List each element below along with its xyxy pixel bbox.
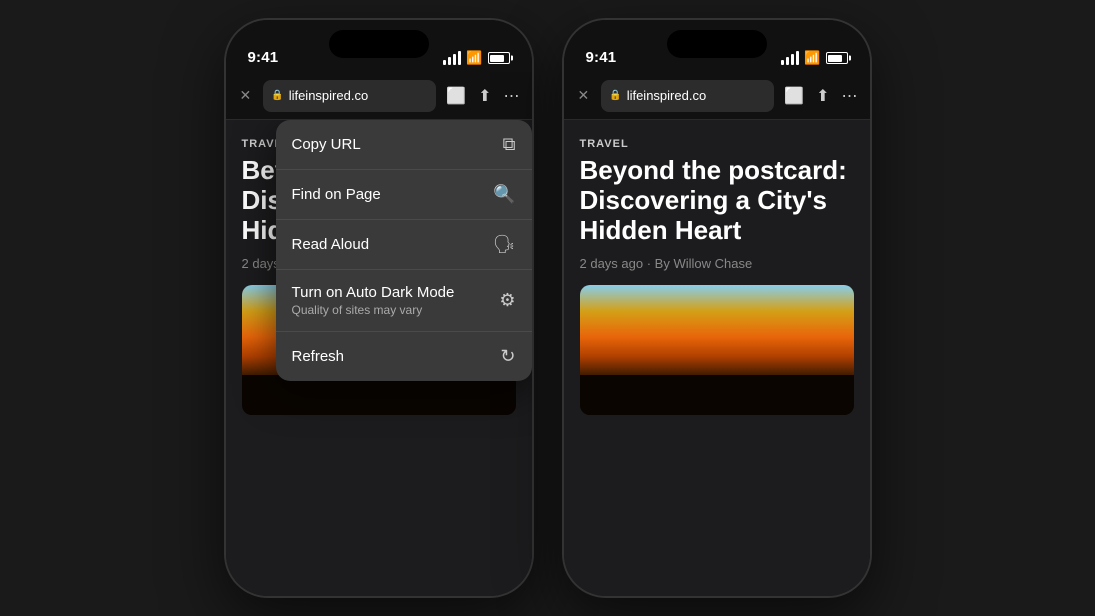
status-time-right: 9:41 (586, 49, 617, 66)
lock-icon-left: 🔒 (271, 90, 283, 101)
browser-actions-left: ⬜ ⬆ ⋯ (444, 84, 521, 108)
signal-icon-right (781, 51, 799, 65)
gear-icon: ⚙ (499, 290, 515, 311)
read-aloud-icon: 🗣 (493, 234, 516, 255)
address-bar-left[interactable]: 🔒 lifeinspired.co (263, 80, 436, 112)
menu-item-refresh[interactable]: Refresh ↻ (276, 332, 532, 381)
status-icons-left: 📶 (443, 50, 509, 66)
menu-item-find-on-page[interactable]: Find on Page 🔍 (276, 170, 532, 220)
wifi-icon-left: 📶 (466, 50, 482, 66)
menu-item-copy-url[interactable]: Copy URL ⧉ (276, 120, 532, 170)
lock-icon-right: 🔒 (609, 90, 621, 101)
left-phone: 9:41 📶 ✕ 🔒 lifeinspired.co ⬜ ⬆ ⋯ TRAVEL … (224, 18, 534, 598)
menu-item-read-label: Read Aloud (292, 236, 370, 253)
close-button-right[interactable]: ✕ (574, 83, 594, 108)
address-bar-right[interactable]: 🔒 lifeinspired.co (601, 80, 774, 112)
bookmark-button-left[interactable]: ⬜ (444, 84, 468, 108)
menu-item-dark-subtitle: Quality of sites may vary (292, 303, 455, 317)
menu-item-read-aloud[interactable]: Read Aloud 🗣 (276, 220, 532, 270)
menu-item-find-label: Find on Page (292, 186, 381, 203)
copy-icon: ⧉ (503, 134, 516, 155)
battery-icon-left (488, 52, 510, 64)
bookmark-button-right[interactable]: ⬜ (782, 84, 806, 108)
dynamic-island-left (329, 30, 429, 58)
dropdown-menu: Copy URL ⧉ Find on Page 🔍 Read Aloud 🗣 T… (276, 120, 532, 381)
sunset-image-right (580, 285, 854, 415)
url-text-right: lifeinspired.co (627, 88, 707, 103)
close-button-left[interactable]: ✕ (236, 83, 256, 108)
status-icons-right: 📶 (781, 50, 847, 66)
battery-icon-right (826, 52, 848, 64)
menu-item-auto-dark[interactable]: Turn on Auto Dark Mode Quality of sites … (276, 270, 532, 332)
more-button-right[interactable]: ⋯ (840, 84, 860, 108)
dynamic-island-right (667, 30, 767, 58)
browser-bar-left: ✕ 🔒 lifeinspired.co ⬜ ⬆ ⋯ (226, 72, 532, 120)
search-icon: 🔍 (493, 184, 515, 205)
status-time-left: 9:41 (248, 49, 279, 66)
page-content-right: TRAVEL Beyond the postcard: Discovering … (564, 120, 870, 596)
wifi-icon-right: 📶 (804, 50, 820, 66)
menu-item-copy-url-label: Copy URL (292, 136, 361, 153)
page-content-left: TRAVEL BeyondDiscov...Hidde... 2 days ag… (226, 120, 532, 596)
content-title-right: Beyond the postcard: Discovering a City'… (580, 156, 854, 246)
share-button-left[interactable]: ⬆ (476, 84, 493, 108)
browser-actions-right: ⬜ ⬆ ⋯ (782, 84, 859, 108)
content-label-right: TRAVEL (580, 138, 854, 150)
refresh-icon: ↻ (500, 346, 515, 367)
content-meta-right: 2 days ago · By Willow Chase (580, 256, 854, 271)
share-button-right[interactable]: ⬆ (814, 84, 831, 108)
browser-bar-right: ✕ 🔒 lifeinspired.co ⬜ ⬆ ⋯ (564, 72, 870, 120)
signal-icon-left (443, 51, 461, 65)
url-text-left: lifeinspired.co (289, 88, 369, 103)
more-button-left[interactable]: ⋯ (502, 84, 522, 108)
menu-item-dark-label: Turn on Auto Dark Mode (292, 284, 455, 301)
menu-item-refresh-label: Refresh (292, 348, 345, 365)
right-phone: 9:41 📶 ✕ 🔒 lifeinspired.co ⬜ ⬆ ⋯ TRAVEL … (562, 18, 872, 598)
